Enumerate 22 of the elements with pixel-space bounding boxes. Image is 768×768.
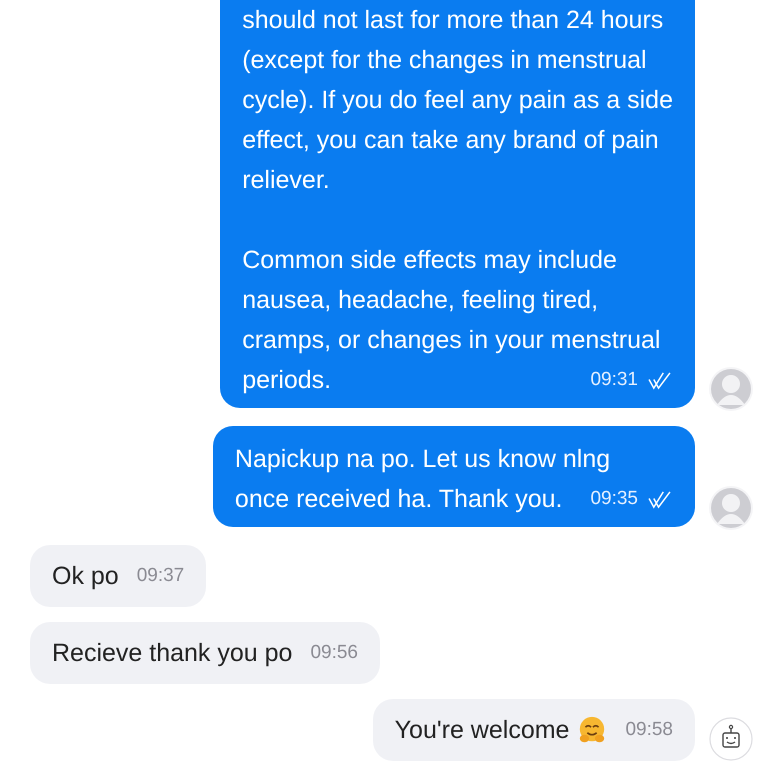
message-text: periods. xyxy=(242,365,332,396)
message-text: cramps, or changes in your menstrual xyxy=(242,325,660,356)
avatar-icon[interactable] xyxy=(709,367,753,411)
message-time: 09:56 xyxy=(310,641,358,665)
message-text: reliever. xyxy=(242,165,330,196)
message-text: should not last for more than 24 hours xyxy=(242,5,664,36)
message-text: Ok po xyxy=(52,561,119,592)
message-time: 09:31 xyxy=(590,368,638,392)
message-text: You're welcome xyxy=(394,715,570,746)
message-text: effect, you can take any brand of pain xyxy=(242,125,659,156)
message-text: Common side effects may include xyxy=(242,245,617,276)
robot-icon[interactable] xyxy=(709,717,753,761)
message-text: (except for the changes in menstrual xyxy=(242,45,647,76)
message-text: Recieve thank you po xyxy=(52,638,292,669)
message-text: once received ha. Thank you. xyxy=(234,484,562,515)
message-text: cycle). If you do feel any pain as a side xyxy=(242,85,673,116)
message-time: 09:58 xyxy=(625,718,673,742)
message-time: 09:37 xyxy=(136,564,184,588)
message-text: Napickup na po. Let us know nlng xyxy=(234,444,610,475)
message-text: nausea, headache, feeling tired, xyxy=(242,285,598,316)
avatar-icon[interactable] xyxy=(709,486,753,530)
message-time: 09:35 xyxy=(590,487,638,511)
